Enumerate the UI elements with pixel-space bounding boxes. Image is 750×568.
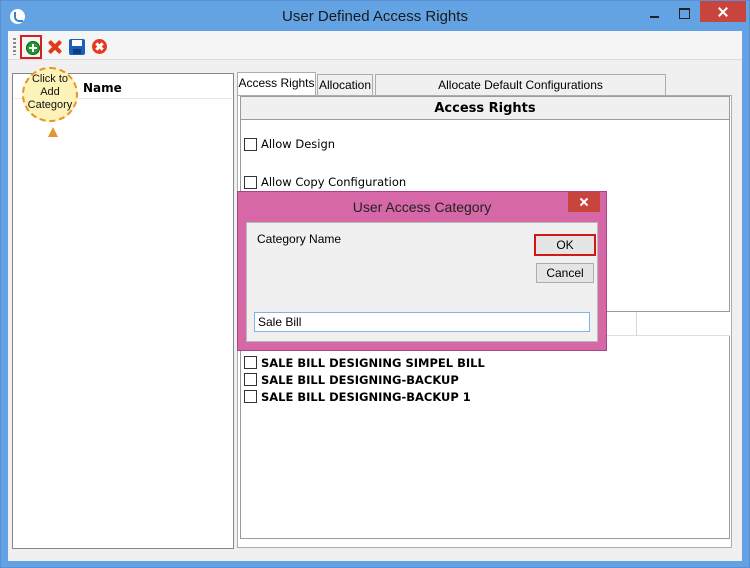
maximize-button[interactable] [670,3,698,23]
dialog-close-button[interactable] [568,192,600,212]
tab-allocate-default-configurations[interactable]: Allocate Default Configurations [375,74,666,95]
list-item[interactable]: SALE BILL DESIGNING-BACKUP 1 [261,390,471,404]
category-name-input[interactable]: Sale Bill [254,312,590,332]
allow-design-checkbox[interactable] [244,138,257,151]
access-rights-title: Access Rights [434,101,536,116]
tab-allocation[interactable]: Allocation [317,74,373,95]
tab-strip: Access Rights Allocation Allocate Defaul… [237,72,737,96]
dialog-title: User Access Category [352,199,492,215]
access-rights-header: Access Rights [240,96,730,120]
add-category-callout: Click to Add Category [22,67,78,137]
category-list[interactable]: Name [12,73,234,549]
allow-copy-configuration-label[interactable]: Allow Copy Configuration [261,175,406,189]
row-checkbox[interactable] [244,356,257,369]
category-name-label: Category Name [257,232,342,246]
close-button[interactable] [700,1,746,22]
dialog-cancel-button[interactable]: Cancel [536,263,594,283]
window-title: User Defined Access Rights [282,8,468,25]
row-checkbox[interactable] [244,373,257,386]
list-item[interactable]: SALE BILL DESIGNING-BACKUP [261,373,459,387]
save-button[interactable] [68,38,86,56]
list-header-name: Name [83,81,122,95]
add-icon [26,41,40,55]
toolbar-grip[interactable] [13,38,16,55]
cancel-button[interactable] [91,38,109,56]
grid-column-divider[interactable] [636,312,637,336]
delete-icon [47,39,63,55]
delete-button[interactable] [46,38,64,56]
allow-design-label[interactable]: Allow Design [261,137,335,151]
cancel-icon [92,39,107,54]
callout-pointer [48,127,58,137]
tab-access-rights[interactable]: Access Rights [237,72,316,95]
ok-button[interactable]: OK [534,234,596,256]
allow-copy-configuration-checkbox[interactable] [244,176,257,189]
save-icon [69,39,85,55]
list-item[interactable]: SALE BILL DESIGNING SIMPEL BILL [261,356,485,370]
add-category-button[interactable] [20,35,42,59]
minimize-button[interactable] [640,3,668,23]
callout-text: Click to Add Category [27,73,73,111]
app-icon[interactable] [10,9,25,24]
row-checkbox[interactable] [244,390,257,403]
toolbar [8,31,742,60]
